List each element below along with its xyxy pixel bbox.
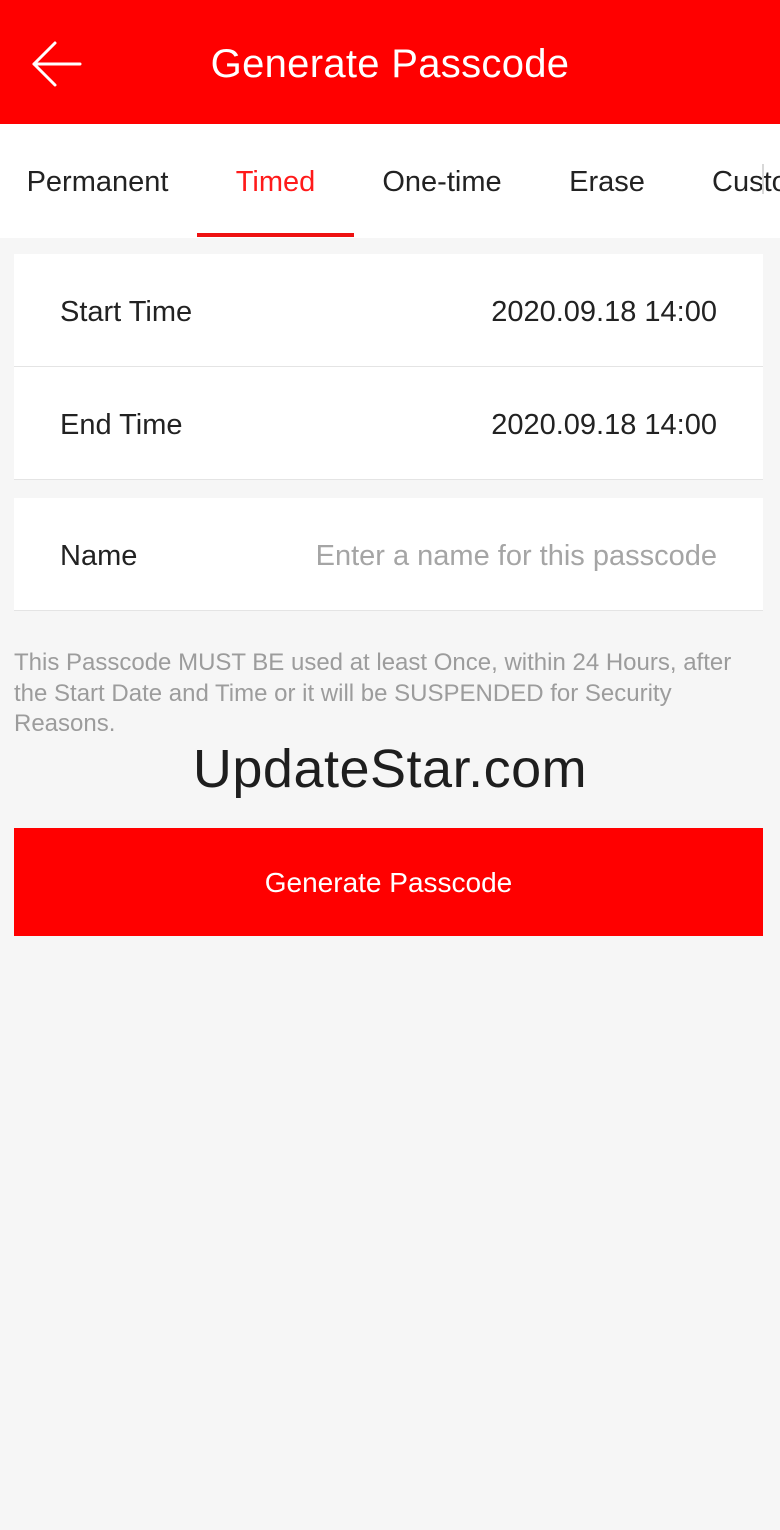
tab-one-time[interactable]: One-time xyxy=(364,124,520,238)
end-time-label: End Time xyxy=(60,409,183,441)
active-tab-indicator xyxy=(197,233,354,237)
tab-custom[interactable]: Custo xyxy=(712,124,780,238)
app-header: Generate Passcode xyxy=(0,0,780,124)
start-time-label: Start Time xyxy=(60,296,193,328)
tab-scroll-edge xyxy=(762,164,764,194)
name-card: Name xyxy=(14,498,763,611)
name-row: Name xyxy=(14,498,763,611)
suspension-notice: This Passcode MUST BE used at least Once… xyxy=(14,649,732,737)
end-time-row[interactable]: End Time 2020.09.18 14:00 xyxy=(14,367,763,480)
back-button[interactable] xyxy=(22,30,92,100)
end-time-value[interactable]: 2020.09.18 14:00 xyxy=(491,367,717,483)
passcode-type-tabs: Permanent Timed One-time Erase Custo xyxy=(0,124,780,238)
start-time-row[interactable]: Start Time 2020.09.18 14:00 xyxy=(14,254,763,367)
time-range-card: Start Time 2020.09.18 14:00 End Time 202… xyxy=(14,254,763,480)
start-time-value[interactable]: 2020.09.18 14:00 xyxy=(491,254,717,370)
watermark-text: UpdateStar.com xyxy=(192,739,588,799)
name-input[interactable] xyxy=(257,534,717,578)
page-title: Generate Passcode xyxy=(210,42,570,86)
tab-timed[interactable]: Timed xyxy=(197,124,354,238)
arrow-left-icon xyxy=(32,41,82,87)
name-label: Name xyxy=(60,540,138,572)
tab-erase[interactable]: Erase xyxy=(546,124,668,238)
generate-passcode-button[interactable]: Generate Passcode xyxy=(14,828,763,936)
tab-permanent[interactable]: Permanent xyxy=(10,124,185,238)
